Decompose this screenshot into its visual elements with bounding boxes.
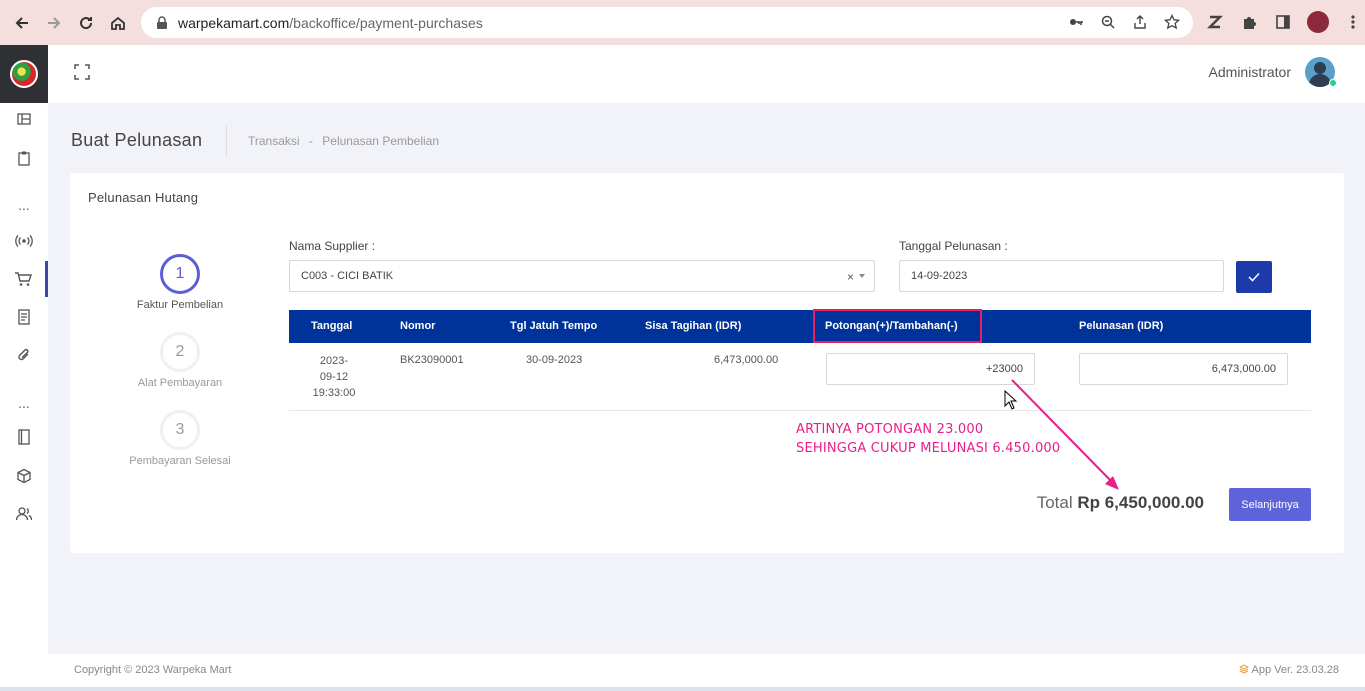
dashboard-icon[interactable]	[0, 101, 48, 137]
back-icon[interactable]	[6, 7, 38, 39]
card-title: Pelunasan Hutang	[88, 190, 199, 205]
supplier-label: Nama Supplier :	[289, 239, 376, 253]
chevron-down-icon[interactable]	[859, 274, 865, 278]
browser-toolbar: warpekamart.com/backoffice/payment-purch…	[0, 0, 1365, 45]
breadcrumb-item-current: Pelunasan Pembelian	[322, 134, 440, 148]
online-status-badge	[1329, 79, 1337, 87]
key-icon[interactable]	[1067, 13, 1085, 31]
cart-icon[interactable]	[0, 261, 48, 297]
column-header-sisa-tagihan: Sisa Tagihan (IDR)	[645, 320, 742, 332]
total-summary: Total Rp 6,450,000.00	[1037, 493, 1204, 513]
breadcrumb-item-transaksi[interactable]: Transaksi	[248, 134, 300, 148]
potongan-input[interactable]	[826, 353, 1035, 385]
payment-date-input[interactable]	[899, 260, 1224, 292]
step-number: 1	[160, 254, 200, 294]
column-header-nomor: Nomor	[400, 320, 436, 332]
step-number: 3	[160, 410, 200, 450]
copyright-text: Copyright © 2023 Warpeka Mart	[74, 664, 232, 676]
menu-separator: ...	[18, 395, 30, 411]
puzzle-icon[interactable]	[1239, 11, 1259, 33]
cell-tanggal: 2023- 09-12 19:33:00	[312, 355, 356, 399]
table-header: Tanggal Nomor Tgl Jatuh Tempo Sisa Tagih…	[289, 310, 1311, 343]
total-label: Total	[1036, 493, 1073, 512]
home-icon[interactable]	[102, 7, 134, 39]
step-label: Alat Pembayaran	[137, 377, 223, 389]
column-header-pelunasan: Pelunasan (IDR)	[1079, 320, 1164, 332]
row-divider	[289, 410, 1311, 411]
pelunasan-input[interactable]	[1079, 353, 1288, 385]
step-faktur-pembelian[interactable]: 1 Faktur Pembelian	[110, 254, 250, 311]
profile-avatar[interactable]	[1307, 11, 1329, 33]
broadcast-icon[interactable]	[0, 223, 48, 259]
supplier-selected-value: C003 - CICI BATIK	[301, 270, 394, 282]
step-label: Faktur Pembelian	[136, 299, 224, 311]
clipboard-icon[interactable]	[0, 140, 48, 176]
step-alat-pembayaran[interactable]: 2 Alat Pembayaran	[110, 332, 250, 389]
layers-icon	[1238, 664, 1249, 674]
admin-name[interactable]: Administrator	[1209, 64, 1291, 80]
cell-nomor: BK23090001	[400, 354, 464, 366]
confirm-button[interactable]	[1236, 261, 1272, 293]
annotation-line-1: ARTINYA POTONGAN 23.000	[796, 422, 984, 437]
step-label: Pembayaran Selesai	[129, 455, 231, 467]
step-number: 2	[160, 332, 200, 372]
mouse-cursor-icon	[1004, 390, 1018, 410]
clear-icon[interactable]: ×	[847, 270, 854, 284]
check-icon	[1248, 272, 1260, 282]
window-bottom-edge	[0, 687, 1365, 691]
address-bar[interactable]: warpekamart.com/backoffice/payment-purch…	[141, 7, 1193, 38]
title-divider	[226, 126, 227, 156]
cell-jatuh-tempo: 30-09-2023	[526, 354, 583, 366]
menu-separator: ...	[18, 197, 30, 213]
extension-z-icon[interactable]	[1205, 11, 1225, 33]
app-logo[interactable]	[0, 45, 48, 103]
breadcrumb: Transaksi - Pelunasan Pembelian	[248, 134, 445, 148]
app-version: App Ver. 23.03.28	[1238, 664, 1339, 676]
column-header-jatuh-tempo: Tgl Jatuh Tempo	[510, 320, 598, 332]
next-button[interactable]: Selanjutnya	[1229, 488, 1311, 521]
sidepanel-icon[interactable]	[1273, 11, 1293, 33]
zoom-icon[interactable]	[1099, 13, 1117, 31]
footer: Copyright © 2023 Warpeka Mart App Ver. 2…	[48, 654, 1365, 687]
supplier-select[interactable]: C003 - CICI BATIK ×	[289, 260, 875, 292]
total-amount: Rp 6,450,000.00	[1077, 493, 1204, 512]
users-icon[interactable]	[0, 496, 48, 532]
more-menu-icon[interactable]	[1343, 11, 1363, 33]
attachment-icon[interactable]	[0, 337, 48, 373]
star-icon[interactable]	[1163, 13, 1181, 31]
payment-card: Pelunasan Hutang 1 Faktur Pembelian 2 Al…	[70, 173, 1344, 553]
sidebar: ... ...	[0, 45, 48, 691]
share-icon[interactable]	[1131, 13, 1149, 31]
receipt-icon[interactable]	[0, 299, 48, 335]
step-pembayaran-selesai[interactable]: 3 Pembayaran Selesai	[110, 410, 250, 467]
book-icon[interactable]	[0, 419, 48, 455]
annotation-line-2: SEHINGGA CUKUP MELUNASI 6.450.000	[796, 441, 1061, 456]
reload-icon[interactable]	[70, 7, 102, 39]
app-header: Administrator	[48, 45, 1365, 103]
breadcrumb-separator: -	[308, 134, 313, 148]
lock-icon	[157, 15, 167, 29]
forward-icon[interactable]	[38, 7, 70, 39]
date-label: Tanggal Pelunasan :	[899, 239, 1008, 253]
highlight-box	[813, 309, 982, 343]
fullscreen-icon[interactable]	[74, 64, 90, 80]
url-text: warpekamart.com/backoffice/payment-purch…	[178, 14, 483, 31]
column-header-tanggal: Tanggal	[311, 320, 353, 332]
box-icon[interactable]	[0, 458, 48, 494]
page-title: Buat Pelunasan	[71, 130, 203, 150]
cell-sisa-tagihan: 6,473,000.00	[714, 354, 779, 366]
